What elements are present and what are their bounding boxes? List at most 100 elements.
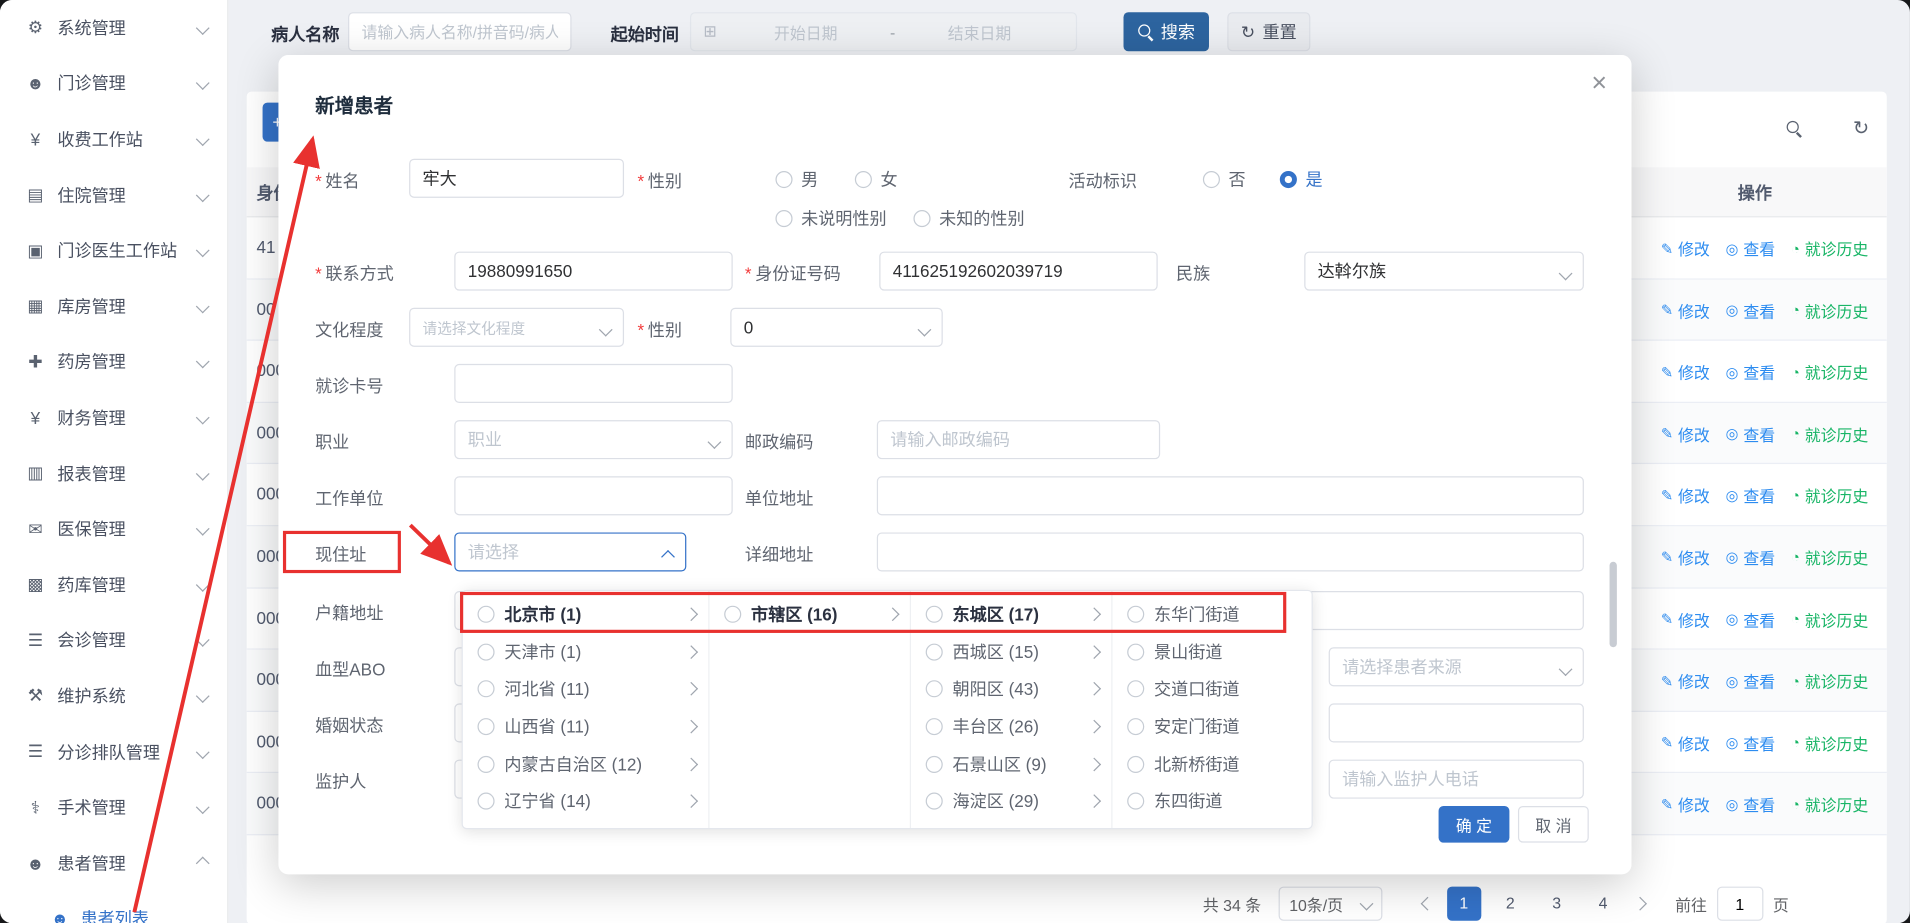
page-button[interactable]: 3 — [1540, 887, 1574, 921]
cascader-option[interactable]: 天津市 (1) — [463, 633, 708, 670]
education-select[interactable]: 请选择文化程度 — [409, 308, 624, 347]
prev-page-button[interactable] — [1414, 887, 1441, 921]
sidebar-item[interactable]: ⚒ 维护系统 — [0, 668, 227, 724]
sidebar-item[interactable]: ¥ 财务管理 — [0, 390, 227, 446]
marriage-extra-input[interactable] — [1329, 703, 1584, 742]
work-unit-input[interactable] — [454, 476, 732, 515]
visit-history-link[interactable]: ◔ 就诊历史 — [1791, 546, 1868, 569]
sidebar-item[interactable]: ☰ 会诊管理 — [0, 612, 227, 668]
edit-link[interactable]: ✎ 修改 — [1661, 669, 1710, 692]
view-link[interactable]: ◎ 查看 — [1726, 669, 1775, 692]
visit-history-link[interactable]: ◔ 就诊历史 — [1791, 422, 1868, 445]
cascader-option[interactable]: 朝阳区 (43) — [911, 671, 1111, 708]
goto-page-input[interactable] — [1717, 887, 1763, 921]
cascader-option[interactable]: 交道口街道 — [1113, 671, 1314, 708]
idcard-input[interactable] — [879, 252, 1157, 291]
view-link[interactable]: ◎ 查看 — [1726, 731, 1775, 754]
search-button[interactable]: 搜索 — [1124, 12, 1209, 51]
sidebar-item[interactable]: ▩ 药库管理 — [0, 557, 227, 613]
visit-history-link[interactable]: ◔ 就诊历史 — [1791, 731, 1868, 754]
contact-input[interactable] — [454, 252, 732, 291]
cascader-option[interactable]: 市辖区 (16) — [710, 596, 910, 633]
cascader-option[interactable]: 安定门街道 — [1113, 708, 1314, 745]
sidebar-item[interactable]: ▣ 门诊医生工作站 — [0, 223, 227, 279]
table-refresh-icon[interactable]: ↻ — [1844, 111, 1878, 145]
cascader-option[interactable]: 北京市 (1) — [463, 596, 708, 633]
sidebar-item[interactable]: ⚕ 手术管理 — [0, 780, 227, 836]
edit-link[interactable]: ✎ 修改 — [1661, 731, 1710, 754]
page-button[interactable]: 2 — [1493, 887, 1527, 921]
patient-name-input[interactable] — [348, 12, 571, 51]
cascader-option[interactable]: 东华门街道 — [1113, 596, 1314, 633]
page-button[interactable]: 1 — [1447, 887, 1481, 921]
view-link[interactable]: ◎ 查看 — [1726, 484, 1775, 507]
current-address-cascader[interactable]: 请选择 — [454, 532, 686, 571]
edit-link[interactable]: ✎ 修改 — [1661, 237, 1710, 260]
sidebar-item[interactable]: ☻ 患者管理 — [0, 835, 227, 891]
detail-address-input[interactable] — [877, 532, 1584, 571]
view-link[interactable]: ◎ 查看 — [1726, 237, 1775, 260]
sidebar-item[interactable]: ☰ 分诊排队管理 — [0, 724, 227, 780]
visit-history-link[interactable]: ◔ 就诊历史 — [1791, 608, 1868, 631]
radio-female[interactable]: 女 — [855, 167, 898, 191]
sidebar-item[interactable]: ☻ 门诊管理 — [0, 56, 227, 112]
modal-scrollbar[interactable] — [1610, 562, 1617, 647]
edit-link[interactable]: ✎ 修改 — [1661, 299, 1710, 322]
sidebar-item[interactable]: ▦ 库房管理 — [0, 278, 227, 334]
ethnic-select[interactable]: 达斡尔族 — [1304, 252, 1584, 291]
visit-history-link[interactable]: ◔ 就诊历史 — [1791, 669, 1868, 692]
radio-gender-unstated[interactable]: 未说明性别 — [775, 206, 886, 230]
cascader-option[interactable]: 辽宁省 (14) — [463, 783, 708, 820]
table-search-icon[interactable] — [1777, 111, 1811, 145]
close-icon[interactable]: × — [1591, 70, 1607, 97]
cascader-option[interactable]: 西城区 (15) — [911, 633, 1111, 670]
cascader-option[interactable]: 东城区 (17) — [911, 596, 1111, 633]
date-range-picker[interactable]: ⊞ 开始日期 - 结束日期 — [690, 12, 1077, 51]
cancel-button[interactable]: 取 消 — [1518, 806, 1589, 843]
edit-link[interactable]: ✎ 修改 — [1661, 360, 1710, 383]
visit-history-link[interactable]: ◔ 就诊历史 — [1791, 299, 1868, 322]
edit-link[interactable]: ✎ 修改 — [1661, 484, 1710, 507]
sidebar-item[interactable]: ▤ 住院管理 — [0, 167, 227, 223]
edit-link[interactable]: ✎ 修改 — [1661, 422, 1710, 445]
view-link[interactable]: ◎ 查看 — [1726, 299, 1775, 322]
radio-gender-unknown[interactable]: 未知的性别 — [913, 206, 1024, 230]
cascader-option[interactable]: 北新桥街道 — [1113, 745, 1314, 782]
view-link[interactable]: ◎ 查看 — [1726, 793, 1775, 816]
sidebar-item[interactable]: ▥ 报表管理 — [0, 445, 227, 501]
name-input[interactable] — [409, 159, 624, 198]
gender2-select[interactable]: 0 — [730, 308, 942, 347]
sidebar-item[interactable]: ¥ 收费工作站 — [0, 111, 227, 167]
visit-history-link[interactable]: ◔ 就诊历史 — [1791, 237, 1868, 260]
job-select[interactable]: 职业 — [454, 420, 732, 459]
edit-link[interactable]: ✎ 修改 — [1661, 608, 1710, 631]
cascader-option[interactable]: 海淀区 (29) — [911, 783, 1111, 820]
view-link[interactable]: ◎ 查看 — [1726, 360, 1775, 383]
page-size-select[interactable]: 10条/页 — [1278, 887, 1382, 921]
radio-active-no[interactable]: 否 — [1203, 167, 1246, 191]
sidebar-item[interactable]: ⚙ 系统管理 — [0, 0, 227, 56]
view-link[interactable]: ◎ 查看 — [1726, 608, 1775, 631]
cascader-option[interactable]: 丰台区 (26) — [911, 708, 1111, 745]
sidebar-item[interactable]: ✉ 医保管理 — [0, 501, 227, 557]
confirm-button[interactable]: 确 定 — [1439, 806, 1510, 843]
guardian-phone-input[interactable] — [1329, 760, 1584, 799]
edit-link[interactable]: ✎ 修改 — [1661, 793, 1710, 816]
page-button[interactable]: 4 — [1586, 887, 1620, 921]
sidebar-item-patient-list[interactable]: ☻ 患者列表 — [0, 890, 227, 923]
reset-button[interactable]: ↻ 重置 — [1227, 12, 1310, 51]
visit-history-link[interactable]: ◔ 就诊历史 — [1791, 793, 1868, 816]
cascader-option[interactable]: 石景山区 (9) — [911, 745, 1111, 782]
visit-history-link[interactable]: ◔ 就诊历史 — [1791, 484, 1868, 507]
cascader-option[interactable]: 河北省 (11) — [463, 671, 708, 708]
cascader-option[interactable]: 内蒙古自治区 (12) — [463, 745, 708, 782]
cascader-option[interactable]: 景山街道 — [1113, 633, 1314, 670]
work-address-input[interactable] — [877, 476, 1584, 515]
patient-source-select[interactable]: 请选择患者来源 — [1329, 647, 1584, 686]
view-link[interactable]: ◎ 查看 — [1726, 546, 1775, 569]
next-page-button[interactable] — [1626, 887, 1653, 921]
visit-card-input[interactable] — [454, 364, 732, 403]
cascader-option[interactable]: 山西省 (11) — [463, 708, 708, 745]
radio-active-yes[interactable]: 是 — [1280, 167, 1323, 191]
edit-link[interactable]: ✎ 修改 — [1661, 546, 1710, 569]
